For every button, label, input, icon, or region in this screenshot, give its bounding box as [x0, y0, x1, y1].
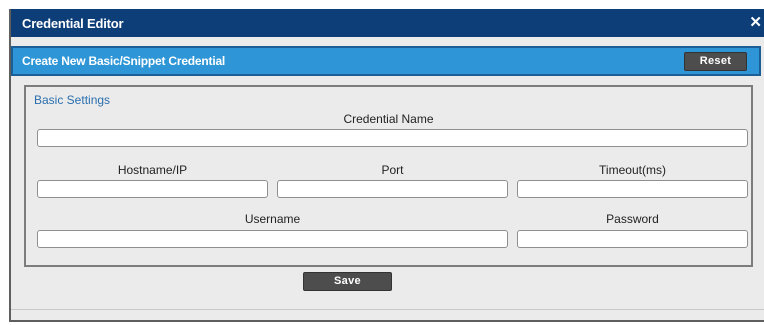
basic-settings-fieldset: Basic Settings Credential Name Hostname/…: [24, 85, 753, 267]
panel-header: Create New Basic/Snippet Credential Rese…: [11, 46, 761, 76]
hostname-label: Hostname/IP: [117, 163, 188, 177]
password-input[interactable]: [517, 230, 748, 248]
port-label: Port: [381, 163, 404, 177]
username-input[interactable]: [37, 230, 508, 248]
credential-name-input[interactable]: [37, 129, 748, 147]
dialog-titlebar: Credential Editor ✕: [11, 9, 764, 37]
panel-title: Create New Basic/Snippet Credential: [22, 54, 226, 68]
password-label: Password: [606, 212, 659, 226]
username-label: Username: [244, 212, 301, 226]
reset-button[interactable]: Reset: [684, 52, 747, 71]
credential-editor-dialog: Credential Editor ✕ Create New Basic/Sni…: [9, 9, 764, 322]
footer-divider: [11, 309, 764, 310]
timeout-label: Timeout(ms): [599, 163, 666, 177]
close-icon[interactable]: ✕: [749, 13, 762, 31]
save-button[interactable]: Save: [303, 272, 392, 291]
port-input[interactable]: [277, 180, 508, 198]
basic-settings-legend: Basic Settings: [34, 93, 111, 107]
credential-name-label: Credential Name: [343, 112, 434, 126]
timeout-input[interactable]: [517, 180, 748, 198]
hostname-input[interactable]: [37, 180, 268, 198]
dialog-title: Credential Editor: [22, 16, 124, 31]
